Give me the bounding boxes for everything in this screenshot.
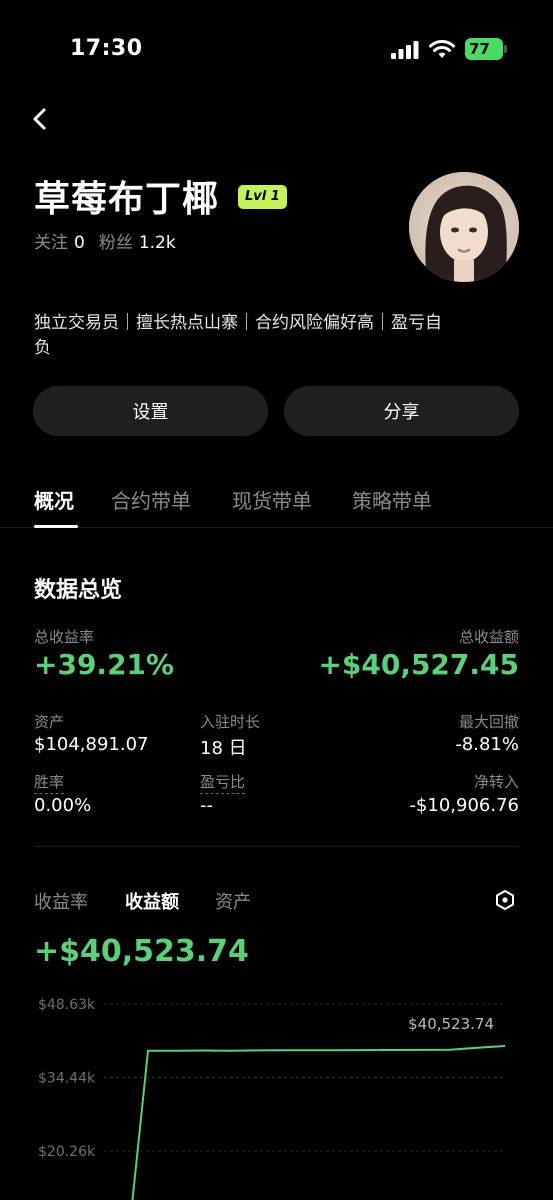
back-icon[interactable] [30, 106, 50, 132]
assets-value: $104,891.07 [34, 734, 149, 755]
battery-icon: 77 [465, 38, 507, 60]
win-rate-label[interactable]: 胜率 [34, 771, 65, 794]
pl-ratio-value: -- [200, 795, 213, 816]
follow-stats: 关注 0 粉丝 1.2k [34, 228, 190, 253]
avatar[interactable] [409, 172, 519, 282]
chart-tab-return-rate[interactable]: 收益率 [34, 888, 88, 914]
chart-tab-return-amount[interactable]: 收益额 [125, 888, 179, 914]
profile-tabs: 概况 合约带单 现货带单 策略带单 [0, 480, 553, 528]
followers-count[interactable]: 1.2k [139, 233, 176, 253]
profile-name: 草莓布丁椰 [34, 179, 220, 220]
net-transfer-value: -$10,906.76 [409, 795, 519, 816]
tenure-value: 18 日 [200, 738, 247, 759]
bio-line-1: 独立交易员｜擅长热点山寨｜合约风险偏好高｜盈亏自 [34, 313, 442, 333]
tab-strategy-copy[interactable]: 策略带单 [352, 485, 432, 514]
y-tick-label: $48.63k [38, 997, 96, 1013]
bio: 独立交易员｜擅长热点山寨｜合约风险偏好高｜盈亏自 负 [34, 311, 514, 361]
max-drawdown-label: 最大回撤 [458, 713, 519, 731]
chart-settings-icon[interactable] [494, 889, 516, 911]
followers-label[interactable]: 粉丝 [99, 228, 133, 253]
chart-current-value: +$40,523.74 [34, 934, 249, 969]
status-time: 17:30 [70, 36, 143, 61]
following-count[interactable]: 0 [74, 233, 85, 253]
avatar-image [409, 172, 519, 282]
assets-label: 资产 [34, 713, 65, 731]
total-return-rate: +39.21% [34, 648, 175, 681]
level-badge: Lvl 1 [238, 185, 287, 209]
active-tab-indicator [34, 525, 78, 528]
tab-spot-copy[interactable]: 现货带单 [232, 485, 312, 514]
share-button[interactable]: 分享 [284, 386, 519, 436]
tab-overview[interactable]: 概况 [34, 485, 74, 514]
divider [34, 846, 519, 847]
total-return-amount: +$40,527.45 [318, 648, 519, 681]
return-amount-chart: $48.63k $34.44k $20.26k $40,523.74 [38, 997, 506, 1200]
pl-ratio-label[interactable]: 盈亏比 [200, 771, 246, 794]
signal-icon [391, 41, 419, 59]
y-tick-label: $20.26k [38, 1144, 96, 1160]
last-value-label: $40,523.74 [408, 1015, 494, 1033]
total-return-amount-label: 总收益额 [458, 628, 519, 646]
max-drawdown-value: -8.81% [455, 734, 519, 755]
settings-button[interactable]: 设置 [33, 386, 268, 436]
wifi-icon [429, 40, 455, 58]
tab-contract-copy[interactable]: 合约带单 [111, 485, 191, 514]
bio-line-2: 负 [34, 338, 51, 358]
y-tick-label: $34.44k [38, 1071, 96, 1087]
following-label[interactable]: 关注 [34, 228, 68, 253]
series-line [131, 1045, 506, 1200]
section-title: 数据总览 [34, 578, 123, 603]
tenure-label: 入驻时长 [200, 713, 261, 731]
total-return-rate-label: 总收益率 [34, 628, 95, 646]
win-rate-value: 0.00% [34, 795, 92, 816]
chart-tab-assets[interactable]: 资产 [215, 888, 251, 914]
net-transfer-label: 净转入 [473, 773, 519, 791]
battery-level: 77 [465, 38, 503, 60]
